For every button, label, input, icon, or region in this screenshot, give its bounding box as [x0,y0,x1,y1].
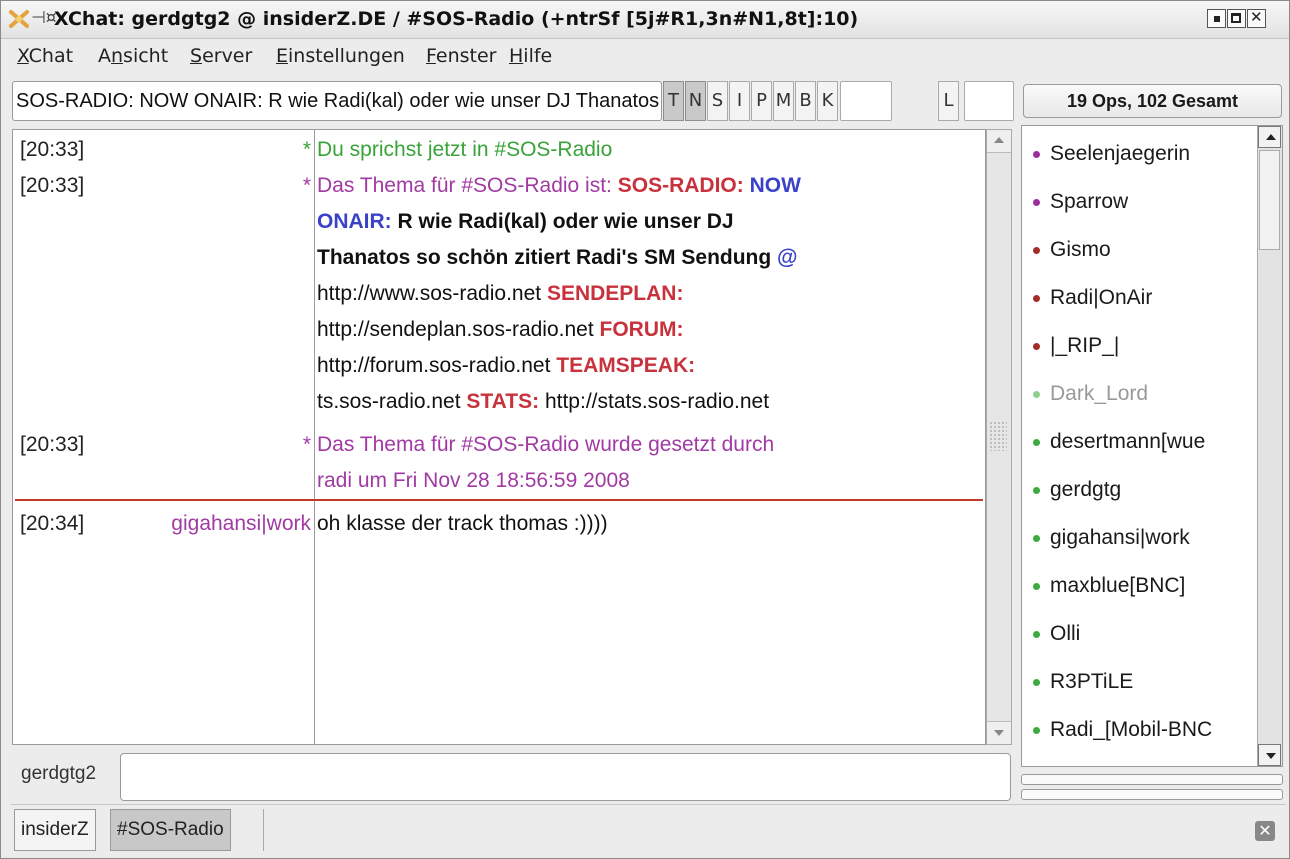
message-text: Das Thema für #SOS-Radio wurde gesetzt d… [317,433,775,492]
mode-button-k[interactable]: K [817,81,838,121]
nick-button[interactable]: gerdgtg2 [21,763,96,785]
user-item[interactable]: Olli [1022,612,1260,660]
mode-button-t[interactable]: T [663,81,684,121]
nick[interactable]: gigahansi|work [171,512,311,536]
limit-field[interactable] [964,81,1014,121]
status-dot-icon [1033,199,1040,206]
link[interactable]: http://stats.sos-radio.net [539,390,769,413]
link[interactable]: ts.sos-radio.net [317,390,466,413]
status-dot-icon [1033,295,1040,302]
tab-separator [263,809,264,851]
chat-view[interactable]: [20:33] * Du sprichst jetzt in #SOS-Radi… [12,129,986,745]
user-item[interactable]: Seelenjaegerin [1022,132,1260,180]
status-dot-icon [1033,151,1040,158]
xchat-logo-icon [9,10,29,28]
status-dot-icon [1033,439,1040,446]
tab-bar: insiderZ #SOS-Radio ✕ [11,804,1286,855]
timestamp: [20:33] [20,433,85,456]
tab-sos-radio[interactable]: #SOS-Radio [110,809,231,851]
status-dot-icon [1033,631,1040,638]
status-dot-icon [1033,727,1040,734]
user-item[interactable]: Dark_Lord [1022,372,1260,420]
pin-icon[interactable]: ⊣¤ [31,8,57,28]
topic-text: SOS-RADIO: NOW ONAIR: R wie Radi(kal) od… [16,90,661,112]
user-item[interactable]: desertmann[wue [1022,420,1260,468]
user-item[interactable]: gerdgtg [1022,468,1260,516]
nick: * [302,174,311,197]
window-title: XChat: gerdgtg2 @ insiderZ.DE / #SOS-Rad… [54,8,859,30]
user-item[interactable]: Sparrow [1022,180,1260,228]
status-dot-icon [1033,535,1040,542]
menu-xchat[interactable]: XChat [17,45,73,67]
timestamp: [20:33] [20,138,85,161]
topic-input[interactable]: SOS-RADIO: NOW ONAIR: R wie Radi(kal) od… [12,81,662,121]
maximize-button[interactable] [1227,9,1246,28]
message-input[interactable] [120,753,1011,801]
nick: * [302,138,311,161]
arrow-up-icon [1266,134,1276,140]
status-dot-icon [1033,343,1040,350]
user-list-scrollbar[interactable] [1257,126,1282,766]
menu-einstellungen[interactable]: Einstellungen [276,45,405,67]
arrow-down-icon [994,730,1004,736]
status-dot-icon [1033,391,1040,398]
close-button[interactable]: ✕ [1247,8,1266,28]
user-item[interactable]: gigahansi|work [1022,516,1260,564]
menu-server[interactable]: Server [190,45,252,67]
link[interactable]: http://forum.sos-radio.net [317,354,556,377]
message-text: Du sprichst jetzt in #SOS-Radio [317,138,613,161]
user-item[interactable]: Radi|OnAir [1022,276,1260,324]
link[interactable]: http://www.sos-radio.net [317,282,547,305]
nick: * [302,433,311,456]
userlist-header: 19 Ops, 102 Gesamt [1023,84,1282,118]
scroll-up-button[interactable] [1258,126,1281,148]
topic-message: Das Thema für #SOS-Radio ist: SOS-RADIO:… [317,174,801,413]
close-icon: ✕ [1250,8,1263,26]
scroll-thumb[interactable] [1259,150,1280,250]
chat-column-separator[interactable] [314,130,315,744]
timestamp: [20:33] [20,174,85,197]
title-bar[interactable]: ⊣¤ XChat: gerdgtg2 @ insiderZ.DE / #SOS-… [1,1,1289,39]
user-item[interactable]: maxblue[BNC] [1022,564,1260,612]
status-dot-icon [1033,247,1040,254]
mode-button-l[interactable]: L [938,81,959,121]
user-item[interactable]: Radi_[Mobil-BNC [1022,708,1260,756]
menu-bar: XChat Ansicht Server Einstellungen Fenst… [1,39,1289,73]
close-tab-icon[interactable]: ✕ [1255,821,1275,841]
mode-button-n[interactable]: N [685,81,706,121]
arrow-down-icon [1266,753,1276,759]
mode-button-m[interactable]: M [773,81,794,121]
scroll-down-button[interactable] [1258,744,1281,766]
menu-hilfe[interactable]: Hilfe [509,45,552,67]
mode-button-s[interactable]: S [707,81,728,121]
status-dot-icon [1033,679,1040,686]
status-dot-icon [1033,583,1040,590]
mode-button-p[interactable]: P [751,81,772,121]
user-item[interactable]: R3PTiLE [1022,660,1260,708]
menu-fenster[interactable]: Fenster [426,45,496,67]
marker-line [15,499,983,501]
status-dot-icon [1033,487,1040,494]
user-item[interactable]: Gismo [1022,228,1260,276]
user-list-button-bar[interactable] [1021,774,1283,785]
scroll-down-button[interactable] [987,721,1011,744]
user-list-button-bar[interactable] [1021,789,1283,800]
tab-insiderz[interactable]: insiderZ [14,809,96,851]
key-field[interactable] [840,81,892,121]
mode-button-b[interactable]: B [795,81,816,121]
user-item[interactable]: |_RIP_| [1022,324,1260,372]
menu-ansicht[interactable]: Ansicht [98,45,168,67]
timestamp: [20:34] [20,512,85,535]
arrow-up-icon [994,137,1004,143]
xchat-window: ⊣¤ XChat: gerdgtg2 @ insiderZ.DE / #SOS-… [0,0,1290,859]
minimize-button[interactable] [1207,9,1226,28]
user-list[interactable]: Seelenjaegerin Sparrow Gismo Radi|OnAir … [1021,125,1283,767]
link[interactable]: http://sendeplan.sos-radio.net [317,318,600,341]
mode-button-i[interactable]: I [729,81,750,121]
pane-resize-grip[interactable] [989,421,1007,451]
message-text: oh klasse der track thomas :)))) [317,512,608,535]
scroll-up-button[interactable] [987,130,1011,153]
